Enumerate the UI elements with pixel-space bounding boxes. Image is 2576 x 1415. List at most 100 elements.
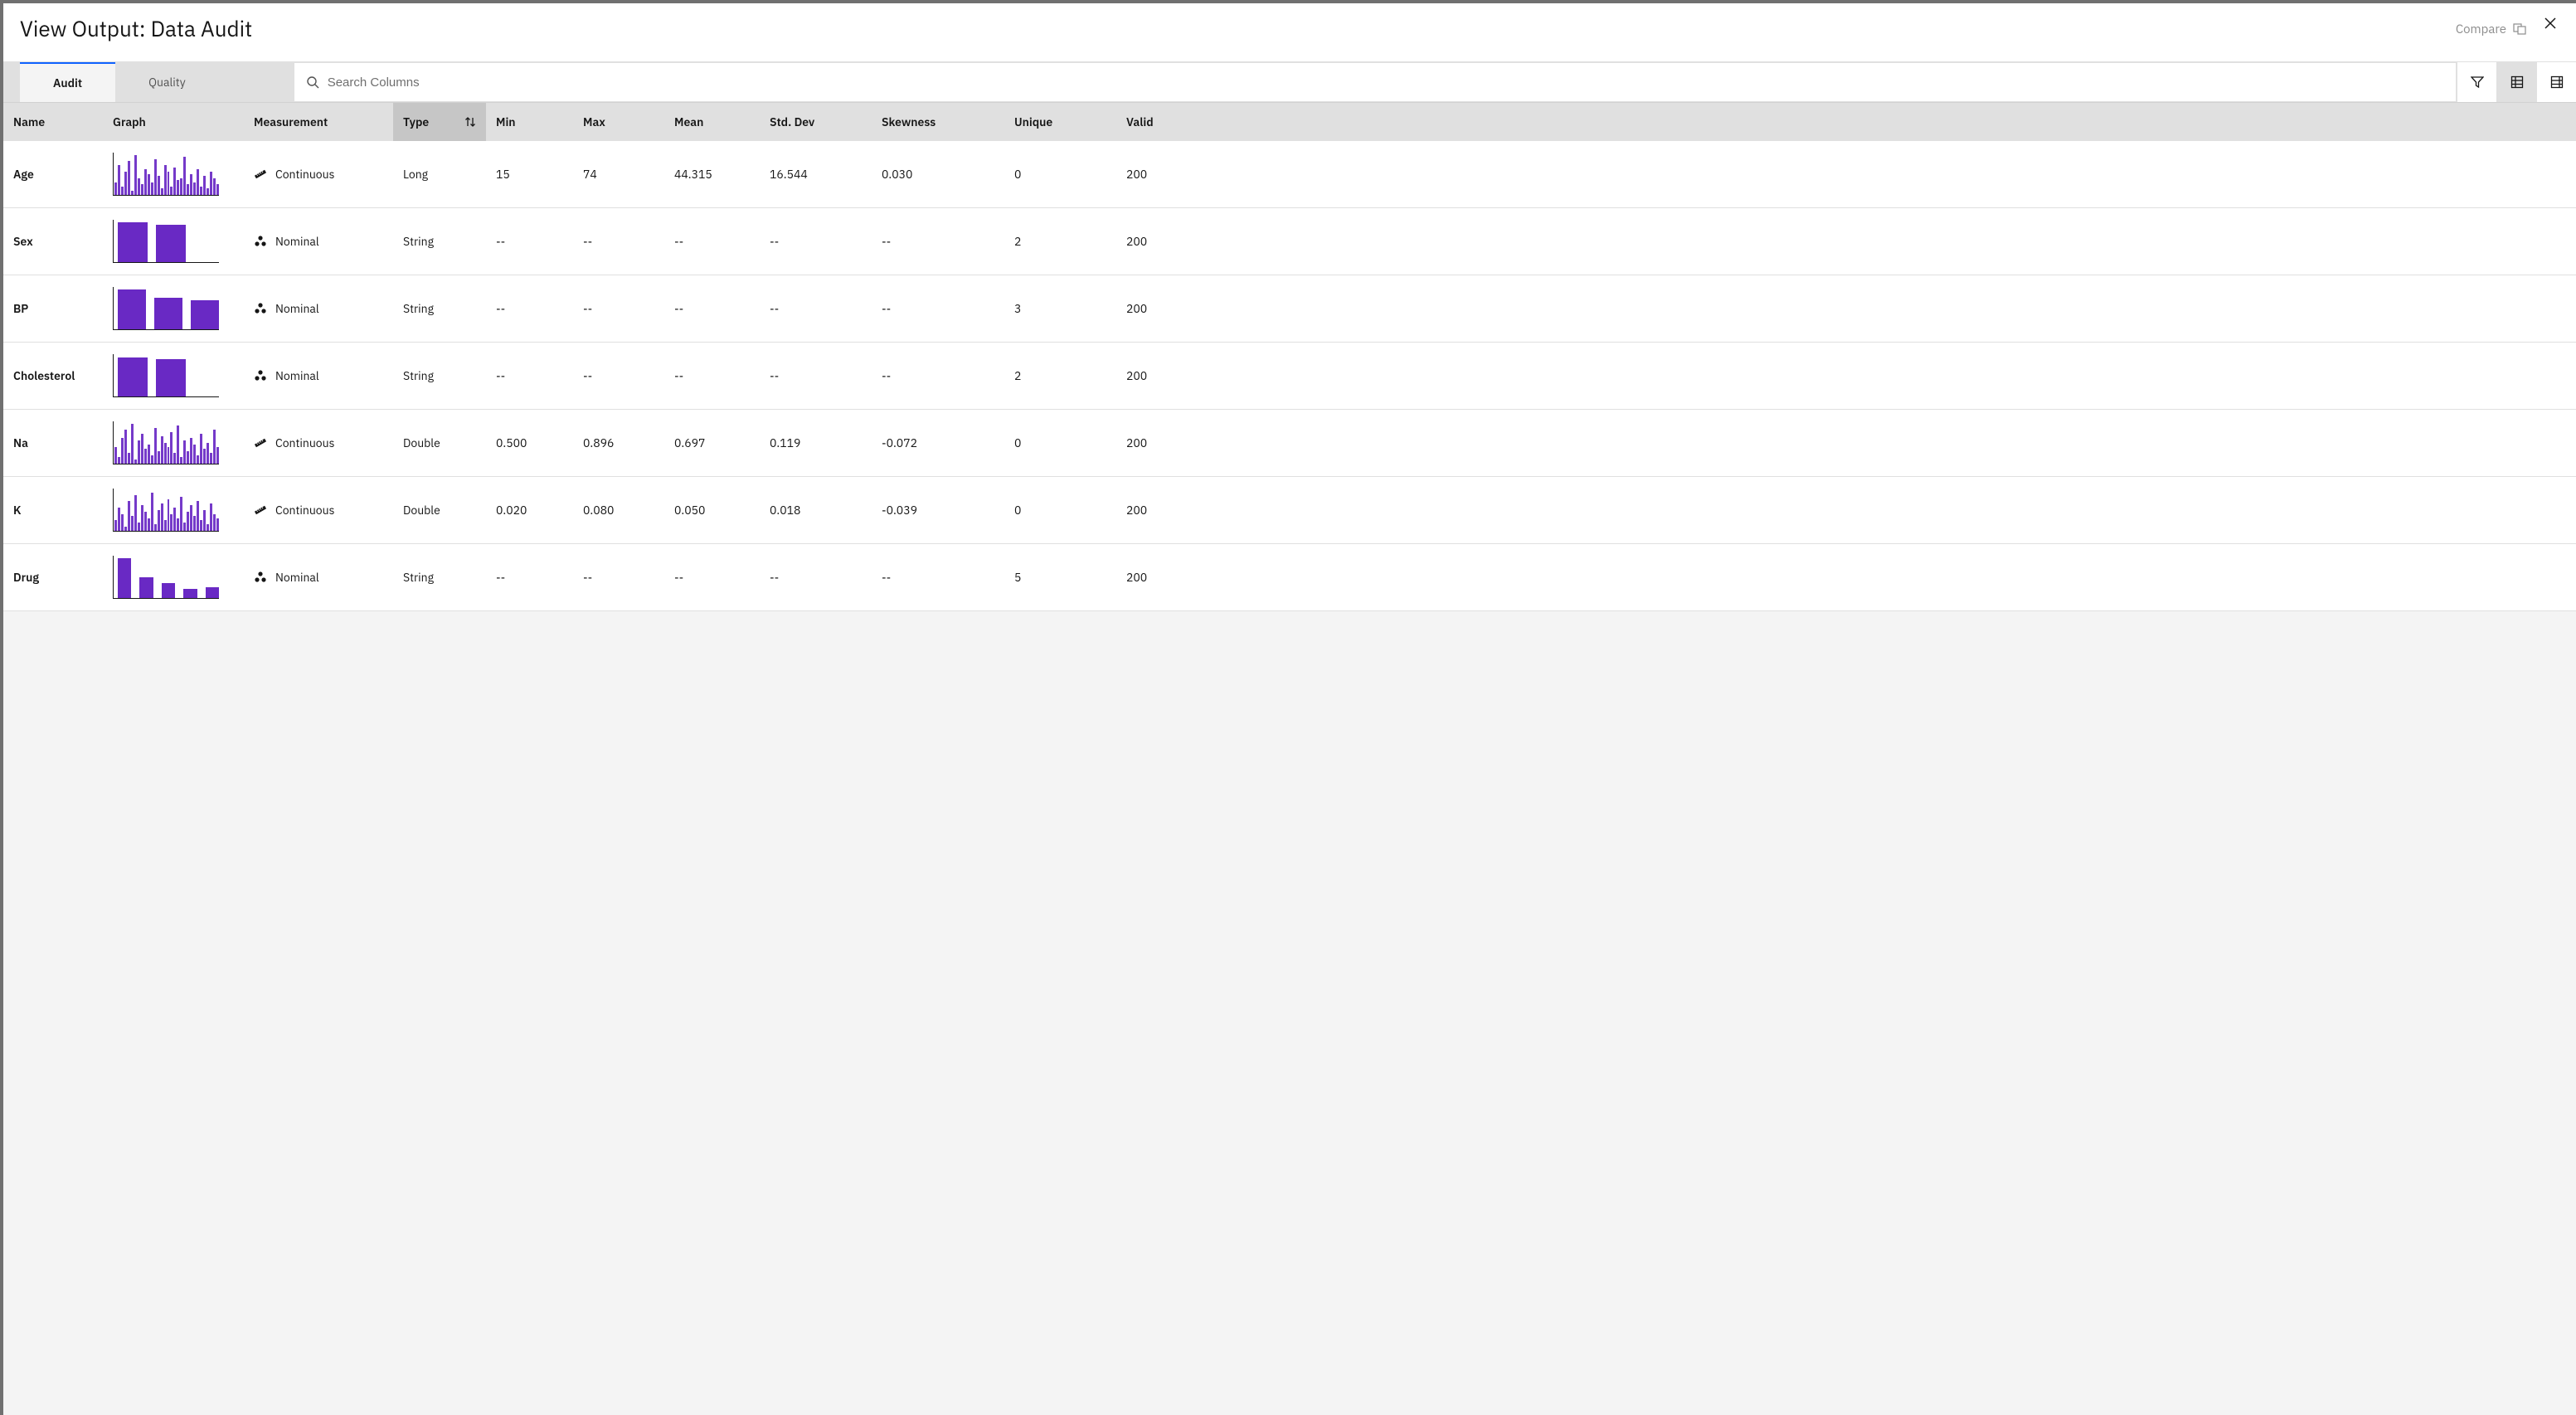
cell-type: String [393,222,486,260]
cell-min: 0.020 [486,491,573,529]
cell-measurement: Nominal [244,558,393,596]
list-view-button[interactable] [2536,62,2576,102]
cell-mean: -- [664,357,760,395]
cell-max: 74 [573,155,664,193]
cell-mean: -- [664,289,760,328]
measurement-label: Continuous [275,503,334,518]
ruler-icon [254,503,267,517]
cell-valid: 200 [1116,222,1199,260]
cell-min: -- [486,222,573,260]
cell-graph [103,208,244,275]
cell-skewness: 0.030 [872,155,1004,193]
cell-max: -- [573,357,664,395]
table-row[interactable]: AgeContinuousLong157444.31516.5440.03002… [3,141,2576,208]
cell-stddev: -- [760,558,872,596]
col-type-label: Type [403,114,429,129]
table-row[interactable]: SexNominalString----------2200 [3,208,2576,275]
col-type[interactable]: Type [393,103,486,141]
measurement-label: Continuous [275,167,334,182]
cell-unique: 5 [1004,558,1116,596]
ruler-icon [254,436,267,450]
cell-max: -- [573,289,664,328]
grid-view-button[interactable] [2496,62,2536,102]
table-row[interactable]: CholesterolNominalString----------2200 [3,343,2576,410]
cell-min: 0.500 [486,424,573,462]
compare-button[interactable]: Compare [2456,22,2526,37]
cell-mean: 0.050 [664,491,760,529]
col-measurement[interactable]: Measurement [244,103,393,141]
table-row[interactable]: BPNominalString----------3200 [3,275,2576,343]
col-skewness[interactable]: Skewness [872,103,1004,141]
cell-graph [103,141,244,207]
col-valid[interactable]: Valid [1116,103,1199,141]
filter-icon [2471,75,2484,89]
cell-measurement: Nominal [244,357,393,395]
cell-stddev: -- [760,357,872,395]
cell-unique: 2 [1004,222,1116,260]
cell-measurement: Continuous [244,424,393,462]
close-button[interactable] [2541,14,2559,32]
cell-min: 15 [486,155,573,193]
graph-thumbnail[interactable] [113,153,219,196]
filter-button[interactable] [2457,62,2496,102]
cell-mean: -- [664,558,760,596]
cell-name: Sex [3,222,103,260]
graph-thumbnail[interactable] [113,220,219,263]
measurement-label: Nominal [275,368,319,383]
col-min[interactable]: Min [486,103,573,141]
tab-audit[interactable]: Audit [20,62,115,102]
measurement-label: Continuous [275,435,334,450]
cell-name: K [3,491,103,529]
cell-mean: -- [664,222,760,260]
col-stddev[interactable]: Std. Dev [760,103,872,141]
cell-skewness: -0.039 [872,491,1004,529]
cell-name: Age [3,155,103,193]
search-input[interactable] [319,69,2444,96]
cell-stddev: 16.544 [760,155,872,193]
toolbar: Audit Quality [3,62,2576,102]
cell-graph [103,544,244,610]
ruler-icon [254,168,267,181]
cell-type: Double [393,424,486,462]
graph-thumbnail[interactable] [113,354,219,397]
cell-graph [103,275,244,342]
cell-min: -- [486,558,573,596]
cell-name: Cholesterol [3,357,103,395]
cell-measurement: Continuous [244,491,393,529]
nominal-icon [254,235,267,248]
cell-unique: 3 [1004,289,1116,328]
cell-valid: 200 [1116,357,1199,395]
compare-icon [2513,22,2526,36]
cell-skewness: -0.072 [872,424,1004,462]
cell-stddev: -- [760,222,872,260]
output-panel: View Output: Data Audit Compare Audit Qu… [0,0,2576,1415]
graph-thumbnail[interactable] [113,556,219,599]
cell-measurement: Nominal [244,222,393,260]
grid-icon [2510,75,2524,89]
cell-graph [103,477,244,543]
graph-thumbnail[interactable] [113,489,219,532]
header-actions: Compare [2456,22,2559,37]
cell-stddev: 0.018 [760,491,872,529]
cell-mean: 0.697 [664,424,760,462]
tab-audit-label: Audit [53,75,82,90]
cell-skewness: -- [872,357,1004,395]
cell-min: -- [486,289,573,328]
tab-quality[interactable]: Quality [115,62,219,102]
cell-type: String [393,558,486,596]
col-graph[interactable]: Graph [103,103,244,141]
table-row[interactable]: KContinuousDouble0.0200.0800.0500.018-0.… [3,477,2576,544]
graph-thumbnail[interactable] [113,287,219,330]
col-max[interactable]: Max [573,103,664,141]
table-row[interactable]: DrugNominalString----------5200 [3,544,2576,611]
col-name[interactable]: Name [3,103,103,141]
col-mean[interactable]: Mean [664,103,760,141]
table-row[interactable]: NaContinuousDouble0.5000.8960.6970.119-0… [3,410,2576,477]
sort-icon [464,116,476,128]
nominal-icon [254,302,267,315]
cell-stddev: -- [760,289,872,328]
cell-type: Double [393,491,486,529]
cell-type: Long [393,155,486,193]
col-unique[interactable]: Unique [1004,103,1116,141]
graph-thumbnail[interactable] [113,421,219,464]
